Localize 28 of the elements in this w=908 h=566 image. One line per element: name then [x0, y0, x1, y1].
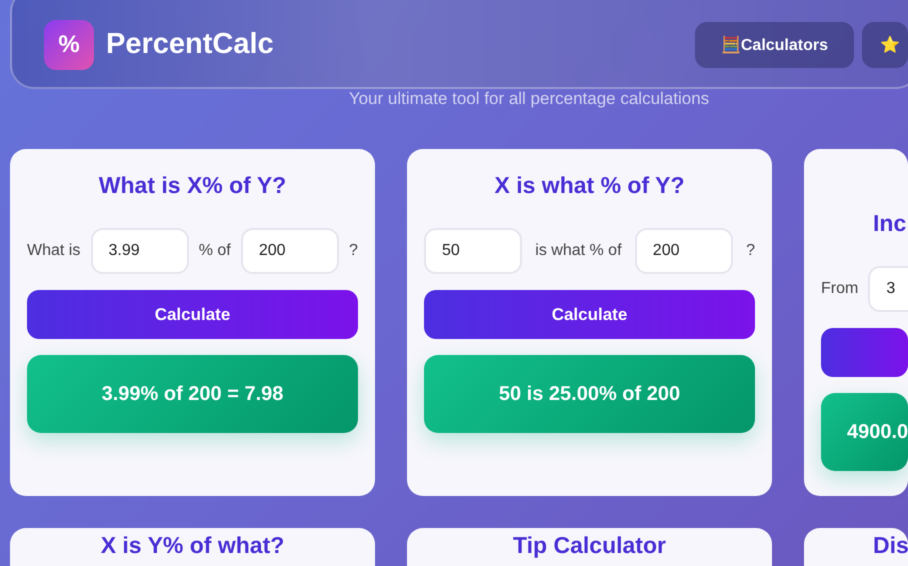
field-label: is what % of: [535, 242, 622, 260]
input-field[interactable]: 50: [424, 228, 522, 274]
input-field[interactable]: 200: [634, 228, 733, 274]
card-title: Inc: [872, 209, 908, 238]
result-panel: 4900.0: [821, 393, 908, 471]
card-title: Tip Calculator: [513, 532, 666, 559]
field-label: From: [821, 280, 858, 298]
input-field[interactable]: 3.99: [90, 228, 189, 274]
field-label: ?: [349, 242, 358, 260]
calculate-button[interactable]: Calculate: [27, 290, 358, 339]
field-label: ?: [746, 242, 755, 260]
nav-button[interactable]: 🧮Calculators: [694, 22, 854, 68]
nav-button[interactable]: ⭐: [862, 22, 908, 68]
logo-icon: %: [44, 20, 94, 70]
result-panel: 50 is 25.00% of 200: [424, 355, 755, 433]
card-title: What is X% of Y?: [98, 171, 288, 200]
card-title: Dis: [873, 532, 908, 559]
input-field[interactable]: 3: [868, 266, 908, 312]
subtitle: Your ultimate tool for all percentage calculations: [348, 89, 710, 109]
field-label: What is: [27, 242, 80, 260]
brand-name: PercentCalc: [106, 28, 274, 61]
calculate-button[interactable]: Calculate: [424, 290, 755, 339]
card-title: X is what % of Y?: [494, 171, 686, 200]
input-field[interactable]: 200: [240, 228, 339, 274]
card-title: X is Y% of what?: [100, 532, 284, 559]
field-label: % of: [198, 242, 231, 260]
result-panel: 3.99% of 200 = 7.98: [27, 355, 358, 433]
calculate-button[interactable]: [821, 328, 908, 377]
